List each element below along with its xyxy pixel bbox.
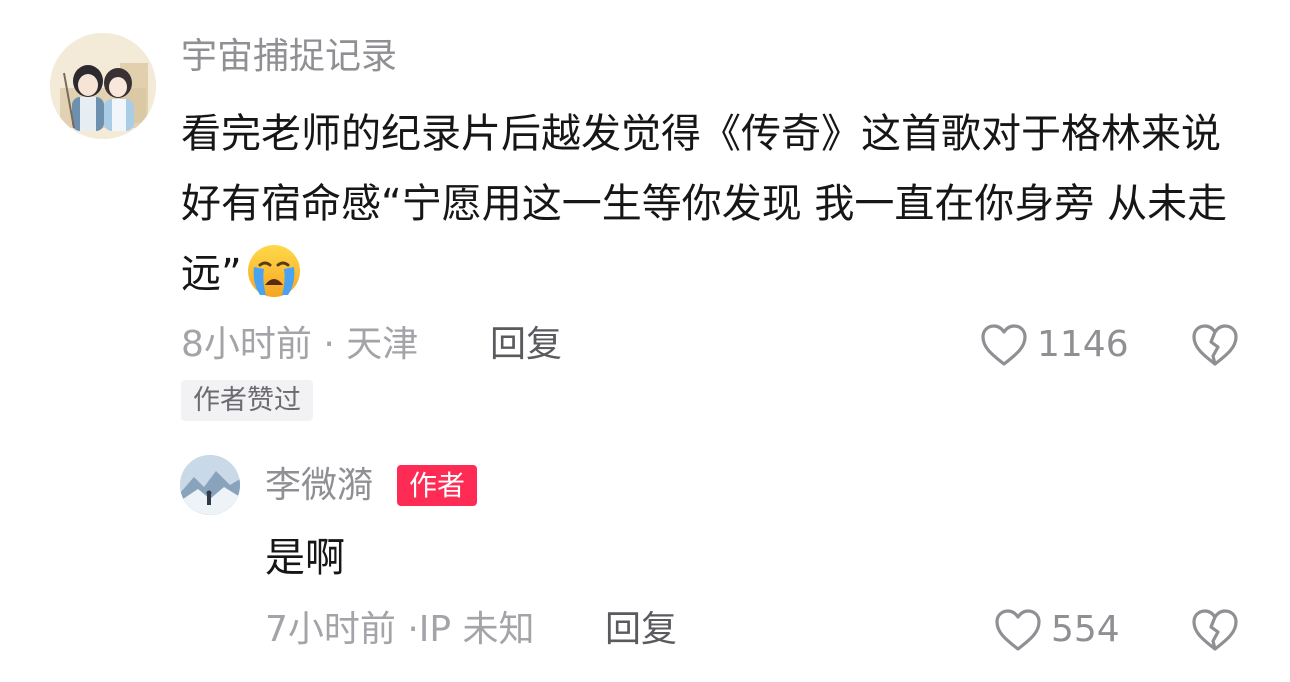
like-count: 554 xyxy=(1051,609,1120,650)
avatar[interactable] xyxy=(50,33,156,139)
reply-button[interactable]: 回复 xyxy=(490,320,562,370)
reply-time-location: 7小时前 ·IP 未知 xyxy=(265,609,535,650)
reply-content: 是啊 xyxy=(265,535,345,581)
like-button[interactable]: 554 xyxy=(993,605,1120,655)
comment-item: 宇宙捕捉记录 看完老师的纪录片后越发觉得《传奇》这首歌对于格林来说好有宿命感“宁… xyxy=(0,0,1290,440)
crying-face-emoji-icon xyxy=(246,243,302,299)
like-button[interactable]: 1146 xyxy=(979,320,1129,370)
dislike-button[interactable] xyxy=(1190,322,1240,368)
like-count: 1146 xyxy=(1037,324,1129,365)
reply-avatar[interactable] xyxy=(180,455,240,515)
reply-button[interactable]: 回复 xyxy=(605,605,677,655)
comment-author[interactable]: 宇宙捕捉记录 xyxy=(181,33,397,81)
heart-icon xyxy=(995,609,1041,651)
dislike-button[interactable] xyxy=(1190,607,1240,653)
author-tag-badge: 作者 xyxy=(397,465,478,506)
avatar-image xyxy=(50,33,156,139)
author-liked-badge: 作者赞过 xyxy=(181,380,313,421)
broken-heart-icon xyxy=(1192,324,1238,366)
comment-content: 看完老师的纪录片后越发觉得《传奇》这首歌对于格林来说好有宿命感“宁愿用这一生等你… xyxy=(181,99,1241,309)
avatar-image xyxy=(180,455,240,515)
comment-text: 看完老师的纪录片后越发觉得《传奇》这首歌对于格林来说好有宿命感“宁愿用这一生等你… xyxy=(181,111,1228,297)
broken-heart-icon xyxy=(1192,609,1238,651)
heart-icon xyxy=(981,324,1027,366)
reply-author[interactable]: 李微漪 xyxy=(265,462,373,510)
comment-time-location: 8小时前 · 天津 xyxy=(181,324,419,365)
